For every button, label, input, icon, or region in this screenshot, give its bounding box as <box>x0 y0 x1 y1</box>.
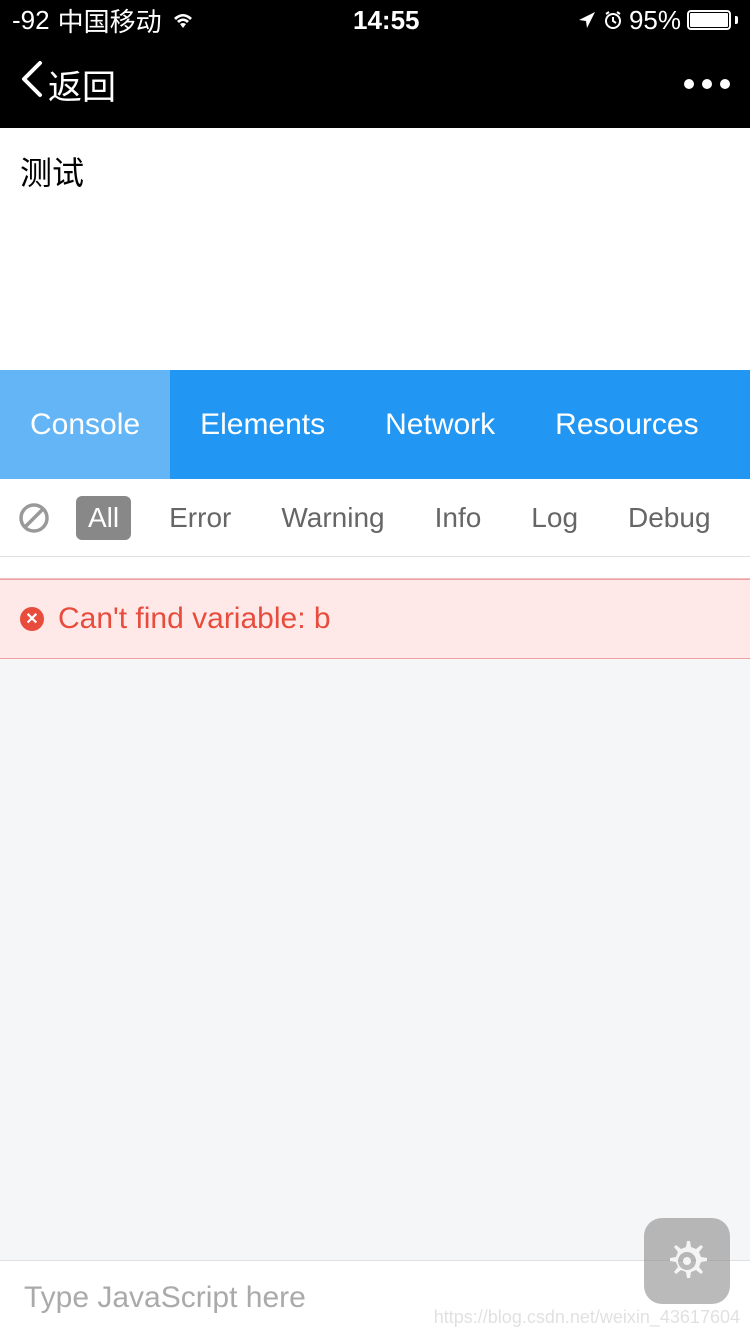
tab-resources[interactable]: Resources <box>525 370 728 479</box>
location-icon <box>577 10 597 30</box>
back-label: 返回 <box>48 60 116 109</box>
console-error-row[interactable]: ✕ Can't find variable: b <box>0 579 750 659</box>
battery-percent: 95% <box>629 5 681 36</box>
page-title: 测试 <box>20 148 730 194</box>
tab-elements[interactable]: Elements <box>170 370 355 479</box>
back-button[interactable]: 返回 <box>20 59 116 110</box>
wifi-icon <box>170 10 196 30</box>
status-left: -92 中国移动 <box>12 2 196 39</box>
nav-bar: 返回 <box>0 40 750 128</box>
console-toolbar: All Error Warning Info Log Debug <box>0 479 750 557</box>
dot-icon <box>684 79 694 89</box>
filter-all[interactable]: All <box>76 496 131 540</box>
alarm-icon <box>603 10 623 30</box>
chevron-left-icon <box>20 59 44 110</box>
watermark: https://blog.csdn.net/weixin_43617604 <box>434 1307 740 1328</box>
dot-icon <box>720 79 730 89</box>
console-output[interactable]: ✕ Can't find variable: b <box>0 557 750 1260</box>
signal-strength: -92 <box>12 5 50 36</box>
filter-log[interactable]: Log <box>519 496 590 540</box>
carrier-name: 中国移动 <box>58 2 162 39</box>
settings-floating-button[interactable] <box>644 1218 730 1304</box>
console-spacer <box>0 557 750 579</box>
clear-button[interactable] <box>18 502 50 534</box>
filter-info[interactable]: Info <box>423 496 494 540</box>
devtools-tabs: Console Elements Network Resources Sourc… <box>0 370 750 479</box>
gear-icon <box>663 1237 711 1285</box>
status-right: 95% <box>577 5 738 36</box>
dot-icon <box>702 79 712 89</box>
page-content: 测试 <box>0 128 750 370</box>
more-button[interactable] <box>684 79 730 89</box>
tab-network[interactable]: Network <box>355 370 525 479</box>
error-icon: ✕ <box>20 607 44 631</box>
filter-debug[interactable]: Debug <box>616 496 723 540</box>
error-message: Can't find variable: b <box>58 602 331 636</box>
status-time: 14:55 <box>353 5 420 36</box>
battery-icon <box>687 10 738 30</box>
filter-error[interactable]: Error <box>157 496 243 540</box>
tab-console[interactable]: Console <box>0 370 170 479</box>
filter-warning[interactable]: Warning <box>269 496 396 540</box>
status-bar: -92 中国移动 14:55 95% <box>0 0 750 40</box>
tab-sources[interactable]: Sources <box>729 370 750 479</box>
